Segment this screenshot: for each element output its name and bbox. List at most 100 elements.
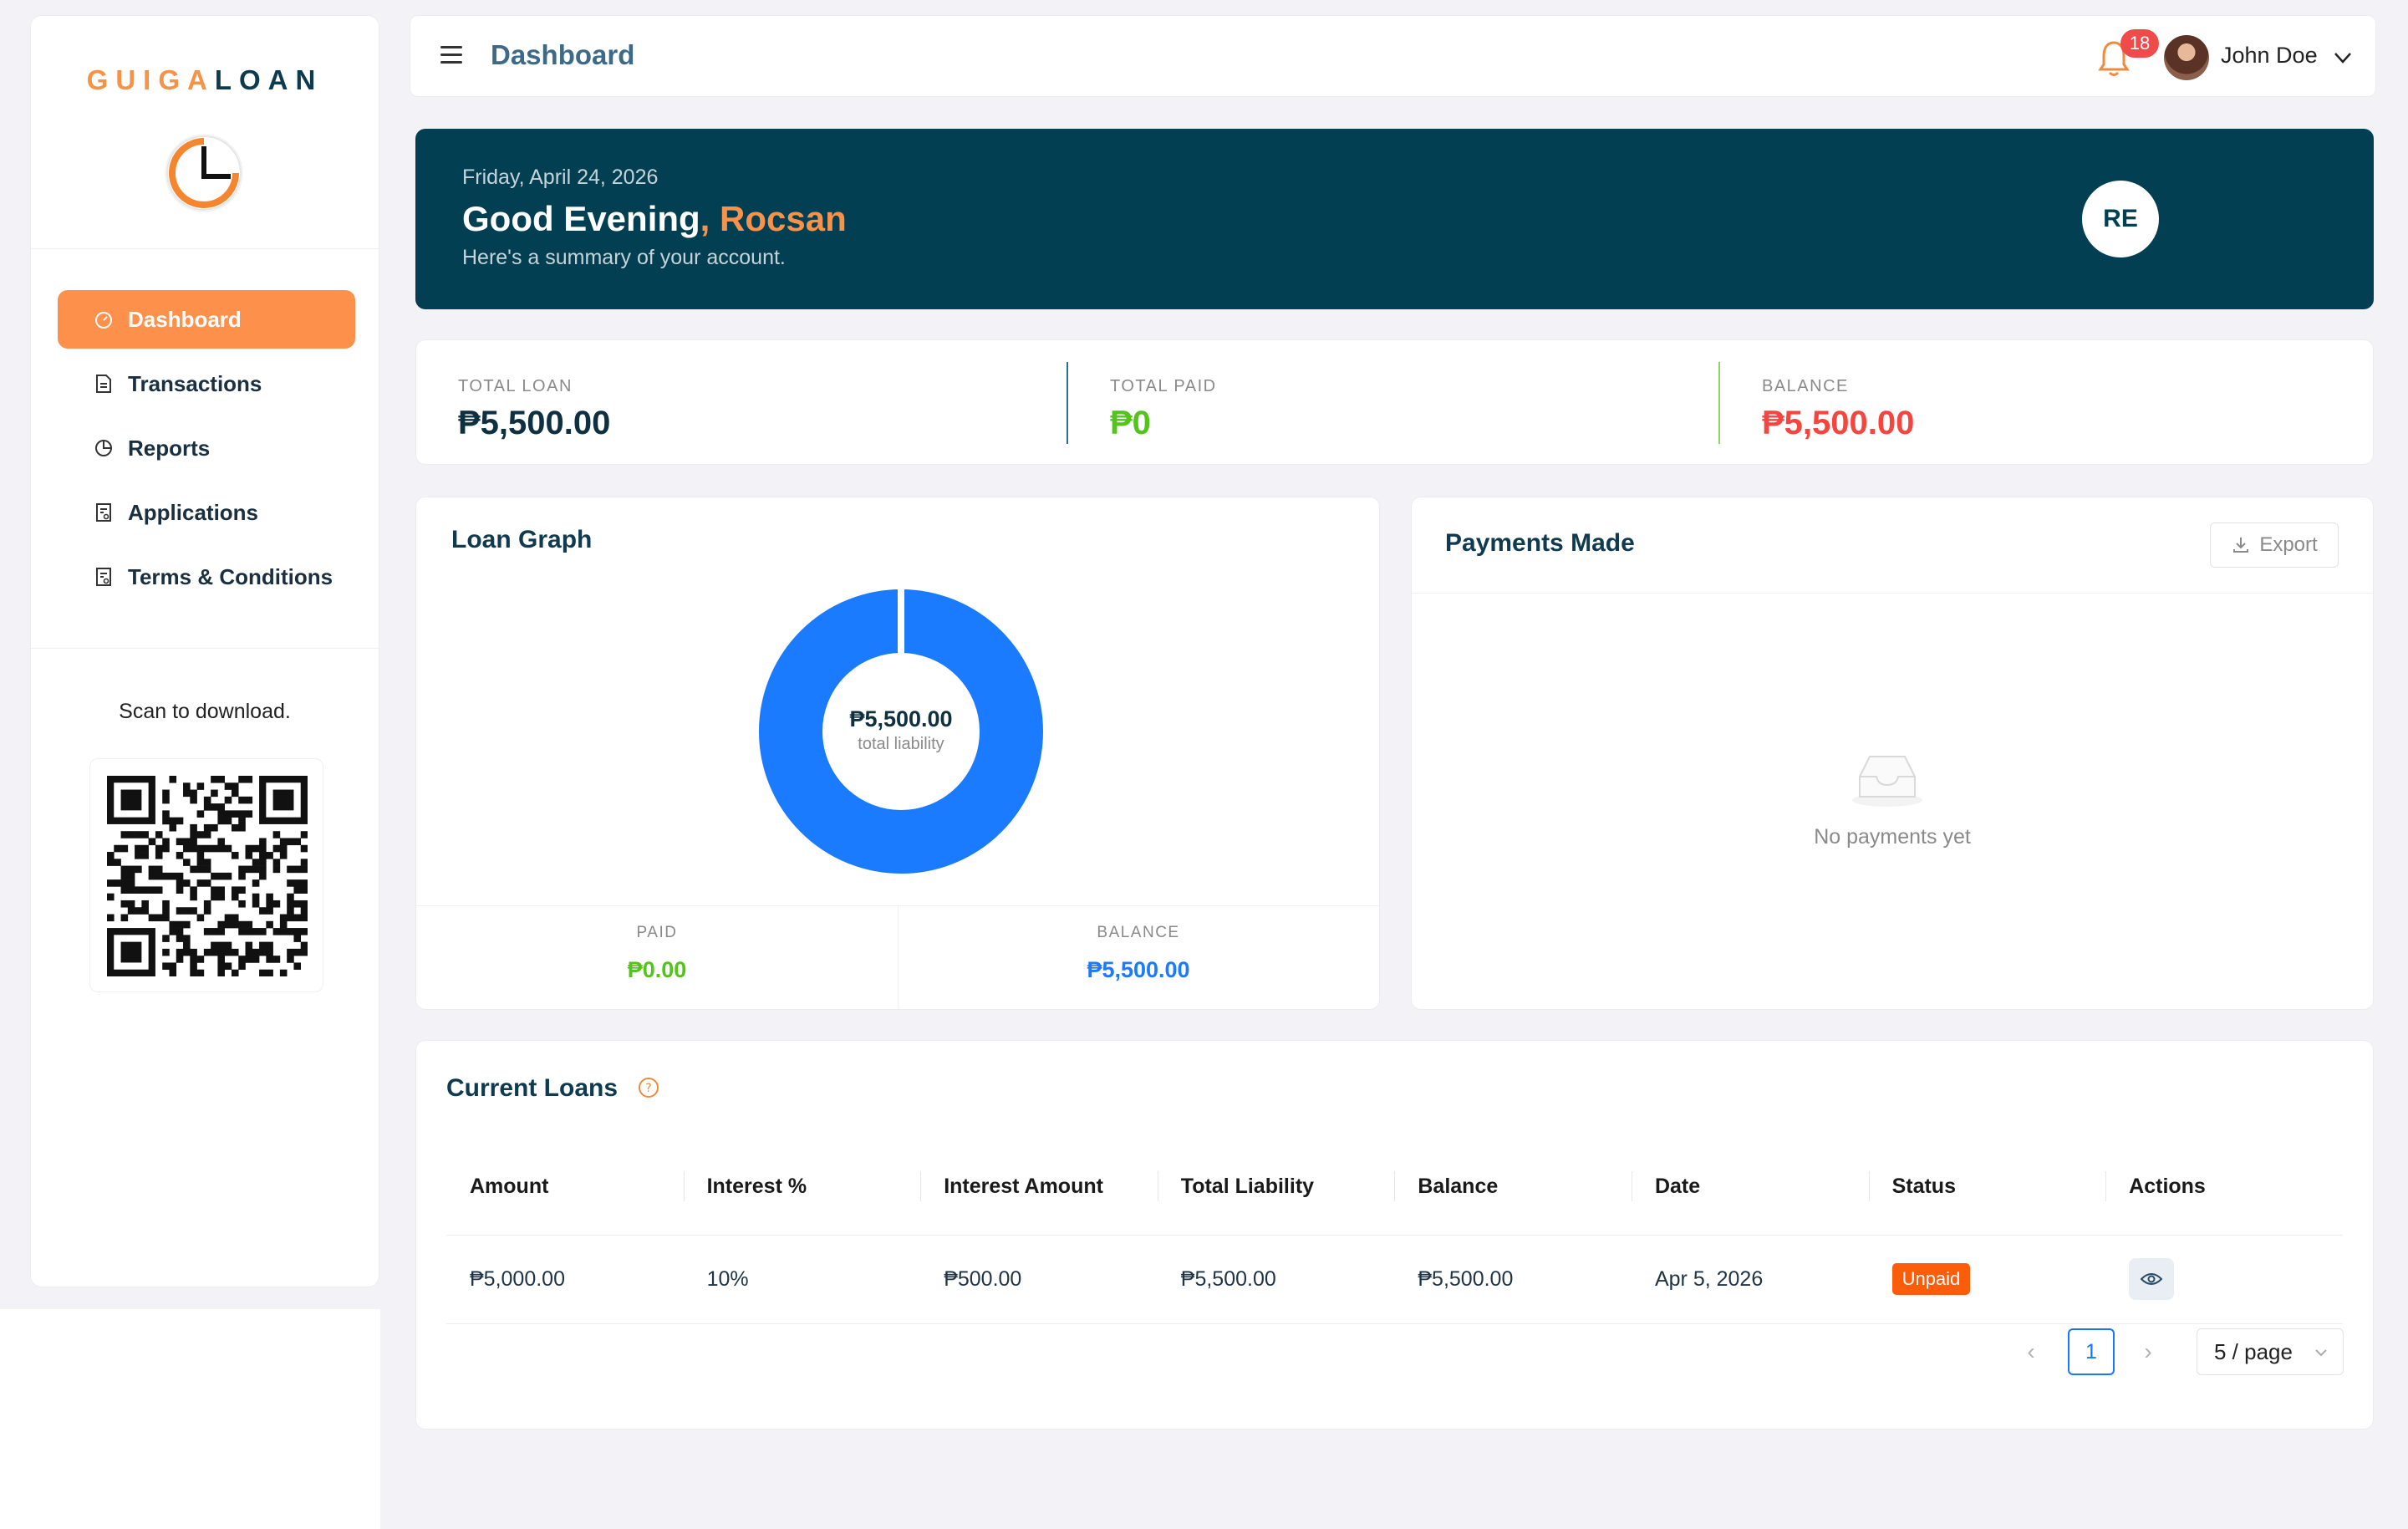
download-icon: [2233, 538, 2249, 553]
sidebar-item-label: Terms & Conditions: [128, 563, 333, 589]
graph-paid: PAID ₱0.00: [416, 924, 898, 983]
cell-date: Apr 5, 2026: [1654, 1267, 1764, 1291]
payments-divider: [1412, 593, 2373, 594]
cell-amount: ₱5,000.00: [470, 1267, 565, 1291]
qr-code: [89, 758, 323, 992]
brand-part1: GUIGA: [86, 64, 215, 95]
graph-balance-value: ₱5,500.00: [1087, 957, 1190, 982]
stat-divider: [1718, 362, 1720, 444]
banner-greeting: Good Evening, Rocsan: [462, 199, 847, 239]
donut-center-value: ₱5,500.00: [849, 706, 953, 731]
column-header-amount[interactable]: Amount: [446, 1138, 684, 1235]
menu-toggle-icon[interactable]: [440, 46, 462, 64]
export-button[interactable]: Export: [2210, 522, 2339, 568]
banner-date: Friday, April 24, 2026: [462, 166, 659, 189]
document-icon: [93, 373, 115, 395]
column-header-interest-pct[interactable]: Interest %: [683, 1138, 921, 1235]
column-header-label: Date: [1654, 1174, 1701, 1198]
sidebar-item-applications[interactable]: Applications: [58, 483, 355, 542]
column-header-date[interactable]: Date: [1631, 1138, 1869, 1235]
brand-part2: LOAN: [214, 64, 323, 95]
sidebar-item-dashboard[interactable]: Dashboard: [58, 290, 355, 349]
column-header-interest-amount[interactable]: Interest Amount: [920, 1138, 1158, 1235]
sidebar-item-terms[interactable]: Terms & Conditions: [58, 548, 355, 606]
brand-logo-icon: [165, 134, 243, 212]
pagination-next-icon[interactable]: ›: [2131, 1328, 2165, 1375]
form-icon: [93, 502, 115, 523]
payments-made-card: Payments Made Export No payments yet: [1411, 497, 2374, 1010]
sidebar-divider: [31, 648, 379, 649]
sidebar-item-reports[interactable]: Reports: [58, 419, 355, 477]
stat-total-loan: TOTAL LOAN ₱5,500.00: [458, 362, 610, 446]
stat-value: ₱0: [1110, 405, 1151, 441]
cell-balance: ₱5,500.00: [1418, 1267, 1514, 1291]
column-header-status[interactable]: Status: [1868, 1138, 2106, 1235]
column-header-label: Status: [1891, 1174, 1956, 1198]
sidebar-footer-area: [0, 1309, 380, 1529]
column-header-total-liability[interactable]: Total Liability: [1157, 1138, 1395, 1235]
sidebar-nav: Dashboard Transactions Reports Applicati…: [58, 290, 355, 612]
column-header-label: Actions: [2129, 1174, 2206, 1198]
pie-chart-icon: [93, 437, 115, 459]
column-header-label: Total Liability: [1180, 1174, 1315, 1198]
qr-code-icon: [107, 776, 308, 977]
current-loans-card: Current Loans ? Amount Interest % Intere…: [415, 1040, 2374, 1430]
empty-inbox-icon: [1852, 756, 1922, 807]
page-title: Dashboard: [491, 39, 635, 70]
column-header-label: Interest Amount: [944, 1174, 1103, 1198]
scan-text: Scan to download.: [119, 700, 291, 723]
stat-divider: [1067, 362, 1068, 444]
graph-paid-label: PAID: [636, 924, 678, 941]
cell-status: Unpaid: [1869, 1263, 2106, 1295]
cell-actions: [2105, 1258, 2343, 1300]
loan-graph-card: Loan Graph ₱5,500.00 total liability PAI…: [415, 497, 1380, 1010]
donut-center-label: total liability: [858, 735, 944, 753]
help-icon[interactable]: ?: [637, 1076, 660, 1099]
pagination-prev-icon[interactable]: ‹: [2014, 1328, 2048, 1375]
greeting-text: Good Evening: [462, 199, 700, 238]
page-size-select[interactable]: 5 / page: [2197, 1328, 2344, 1375]
empty-state-text: No payments yet: [1814, 825, 1971, 849]
greeting-name: , Rocsan: [700, 199, 847, 238]
sidebar-item-transactions[interactable]: Transactions: [58, 354, 355, 413]
page-size-value: 5 / page: [2214, 1338, 2293, 1364]
sidebar-item-label: Applications: [128, 499, 259, 525]
stat-balance: BALANCE ₱5,500.00: [1762, 362, 1914, 446]
column-header-balance[interactable]: Balance: [1394, 1138, 1632, 1235]
user-name[interactable]: John Doe: [2221, 43, 2318, 69]
table-row: ₱5,000.00 10% ₱500.00 ₱5,500.00 ₱5,500.0…: [446, 1235, 2343, 1323]
graph-paid-value: ₱0.00: [627, 957, 687, 982]
svg-text:?: ?: [645, 1082, 651, 1095]
cell-total-liability: ₱5,500.00: [1180, 1267, 1276, 1291]
brand-logo-text: GUIGALOAN: [31, 64, 379, 96]
status-badge: Unpaid: [1891, 1263, 1971, 1295]
user-initials-avatar: RE: [2082, 181, 2159, 257]
chevron-down-icon[interactable]: [2331, 46, 2355, 69]
pagination-page-1[interactable]: 1: [2068, 1328, 2115, 1375]
sidebar-item-label: Reports: [128, 435, 211, 461]
loans-table-header: Amount Interest % Interest Amount Total …: [446, 1138, 2343, 1235]
stat-total-paid: TOTAL PAID ₱0: [1110, 362, 1217, 446]
cell-interest-pct: 10%: [706, 1267, 749, 1291]
graph-balance-label: BALANCE: [1097, 924, 1180, 941]
dashboard-icon: [93, 308, 115, 330]
table-row-divider: [446, 1323, 2343, 1324]
banner-subtitle: Here's a summary of your account.: [462, 246, 786, 269]
graph-balance: BALANCE ₱5,500.00: [898, 924, 1379, 983]
column-header-label: Interest %: [706, 1174, 807, 1198]
cell-interest-amount: ₱500.00: [944, 1267, 1022, 1291]
user-avatar[interactable]: [2164, 35, 2209, 80]
top-header: Dashboard 18 John Doe: [410, 15, 2376, 97]
stat-label: TOTAL LOAN: [458, 377, 573, 395]
stat-label: TOTAL PAID: [1110, 377, 1217, 395]
chevron-down-icon: [2315, 1349, 2327, 1357]
stat-value: ₱5,500.00: [1762, 405, 1915, 441]
sidebar: GUIGALOAN Dashboard Transactions Reports: [30, 15, 379, 1287]
export-label: Export: [2259, 533, 2318, 556]
sidebar-item-label: Transactions: [128, 370, 262, 396]
payments-title: Payments Made: [1445, 529, 1635, 557]
column-header-label: Amount: [470, 1174, 549, 1198]
stat-label: BALANCE: [1762, 377, 1849, 395]
view-loan-button[interactable]: [2129, 1258, 2175, 1300]
column-header-actions: Actions: [2105, 1138, 2343, 1235]
